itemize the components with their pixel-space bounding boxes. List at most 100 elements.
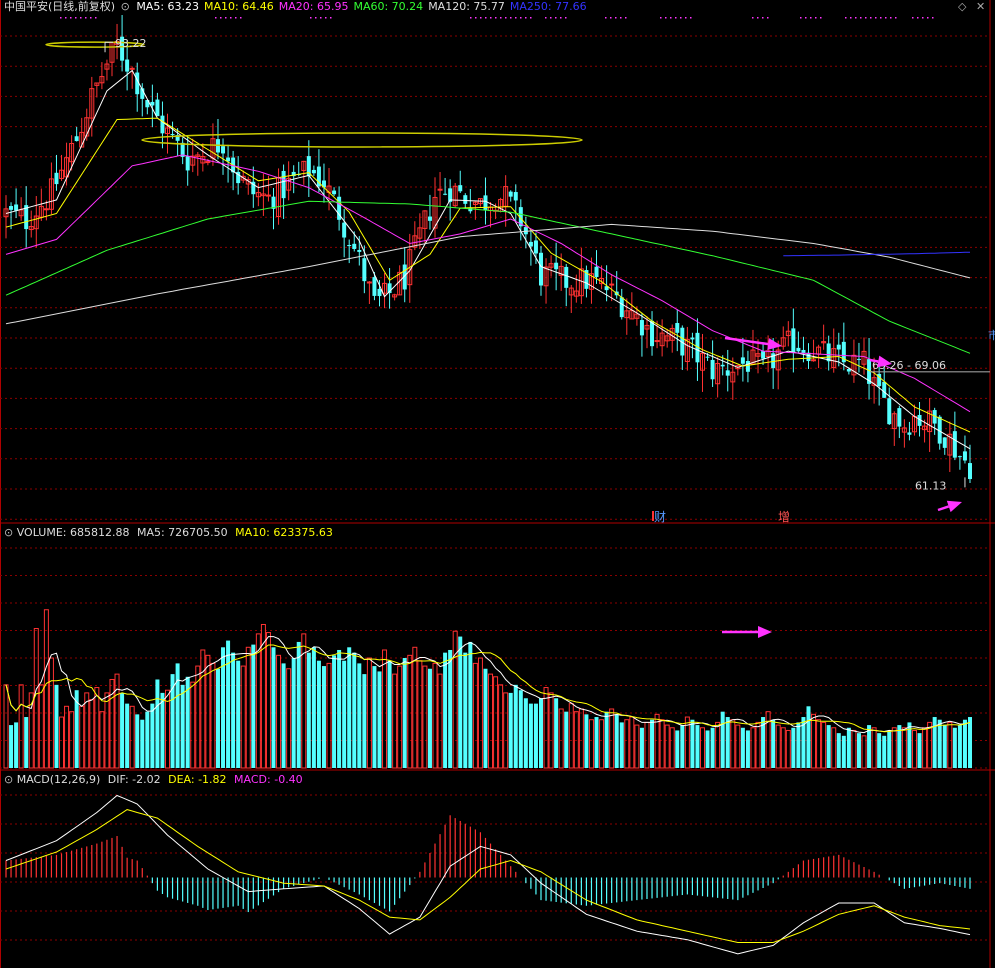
candle-body [54, 172, 59, 185]
signal-dot [235, 17, 237, 19]
arrow-shaft [869, 358, 879, 363]
volume-bar [584, 714, 589, 768]
signal-dot [625, 17, 627, 19]
volume-bar [705, 730, 710, 768]
volume-bar [251, 644, 256, 768]
candle-body [427, 216, 432, 221]
candle-body [342, 222, 347, 238]
signal-dot [520, 17, 522, 19]
signal-dot [860, 17, 862, 19]
legend-toggle-icon[interactable]: ⊙ [121, 0, 130, 13]
volume-bar [897, 725, 902, 768]
signal-dot [315, 17, 317, 19]
volume-bar [155, 679, 160, 768]
volume-bar [791, 727, 796, 768]
candle-body [125, 59, 130, 72]
signal-dot [890, 17, 892, 19]
ma-legend-list: MA5: 63.23 MA10: 64.46 MA20: 65.95 MA60: 70… [136, 0, 591, 13]
macd-toggle-icon[interactable]: ⊙ [4, 773, 13, 786]
signal-dot [225, 17, 227, 19]
volume-bar [180, 684, 185, 768]
signal-dot [555, 17, 557, 19]
candle-body [160, 115, 165, 134]
signal-dot [490, 17, 492, 19]
candle-body [609, 283, 615, 286]
volume-bar [357, 663, 362, 768]
signal-dot [855, 17, 857, 19]
signal-dot [917, 17, 919, 19]
signal-dot [70, 17, 72, 19]
volume-bar [236, 660, 241, 768]
candle-body [654, 340, 660, 343]
volume-bar [321, 666, 326, 768]
signal-dot [757, 17, 759, 19]
candle-body [887, 398, 892, 425]
candle-body [265, 194, 271, 197]
candle-body [9, 206, 14, 210]
volume-bar [680, 725, 685, 768]
signal-dot [515, 17, 517, 19]
volume-bar [841, 735, 846, 768]
volume-bar [150, 703, 155, 768]
close-panel-icon[interactable]: ✕ [976, 0, 985, 13]
signal-dot [805, 17, 807, 19]
candle-body [710, 359, 715, 380]
candle-body [882, 381, 887, 398]
stock-title: 中国平安(日线,前复权) [4, 0, 116, 13]
candle-body [856, 358, 861, 360]
macd-title: MACD(12,26,9) [16, 773, 101, 786]
candle-body [155, 99, 160, 117]
volume-bar [402, 658, 407, 768]
candle-body [221, 146, 226, 154]
volume-bar [650, 719, 655, 768]
ma-legend-item: MA60: 70.24 [353, 0, 424, 13]
candle-body [650, 320, 655, 347]
volume-bar [215, 668, 220, 768]
candle-body [170, 134, 175, 136]
signal-dot [670, 17, 672, 19]
volume-bar [463, 652, 468, 768]
signal-dot [865, 17, 867, 19]
volume-toggle-icon[interactable]: ⊙ [4, 526, 13, 539]
volume-bar [513, 684, 518, 768]
volume-bar [675, 730, 680, 768]
volume-bar [160, 692, 165, 768]
candle-body [836, 344, 841, 350]
volume-bar [887, 730, 892, 768]
signal-dot [230, 17, 232, 19]
volume-bar [24, 717, 29, 768]
volume-bar [135, 714, 140, 768]
volume-bar [125, 703, 130, 768]
volume-bar [942, 725, 947, 768]
volume-bar [14, 722, 19, 768]
signal-dot [320, 17, 322, 19]
volume-bar [882, 735, 887, 768]
volume-bar [962, 719, 967, 768]
candle-body [791, 328, 796, 353]
volume-bar [690, 719, 695, 768]
volume-bar [836, 733, 841, 768]
signal-dot [800, 17, 802, 19]
candle-body [332, 190, 337, 195]
volume-bar [311, 647, 316, 768]
volume-bar [564, 711, 569, 768]
volume-bar [826, 725, 831, 768]
macd-legend: ⊙ MACD(12,26,9) DIF: -2.02 DEA: -1.82 MA… [4, 773, 303, 787]
signal-dot [565, 17, 567, 19]
signal-dot [505, 17, 507, 19]
diamond-icon[interactable]: ◇ [958, 0, 966, 13]
volume-bar [483, 668, 488, 768]
volume-bar [316, 660, 321, 768]
signal-dot [530, 17, 532, 19]
volume-bar [332, 655, 337, 768]
volume-bar [120, 692, 125, 768]
signal-dot [762, 17, 764, 19]
volume-bar [604, 711, 609, 768]
ma-legend-item: MA250: 77.66 [509, 0, 587, 13]
stock-chart[interactable]: 93.2261.1369.26 - 69.06市财增 [0, 0, 995, 968]
volume-value: VOLUME: 685812.88 [16, 526, 130, 539]
signal-dot [912, 17, 914, 19]
signal-dot [615, 17, 617, 19]
signal-dot [75, 17, 77, 19]
signal-dot [65, 17, 67, 19]
